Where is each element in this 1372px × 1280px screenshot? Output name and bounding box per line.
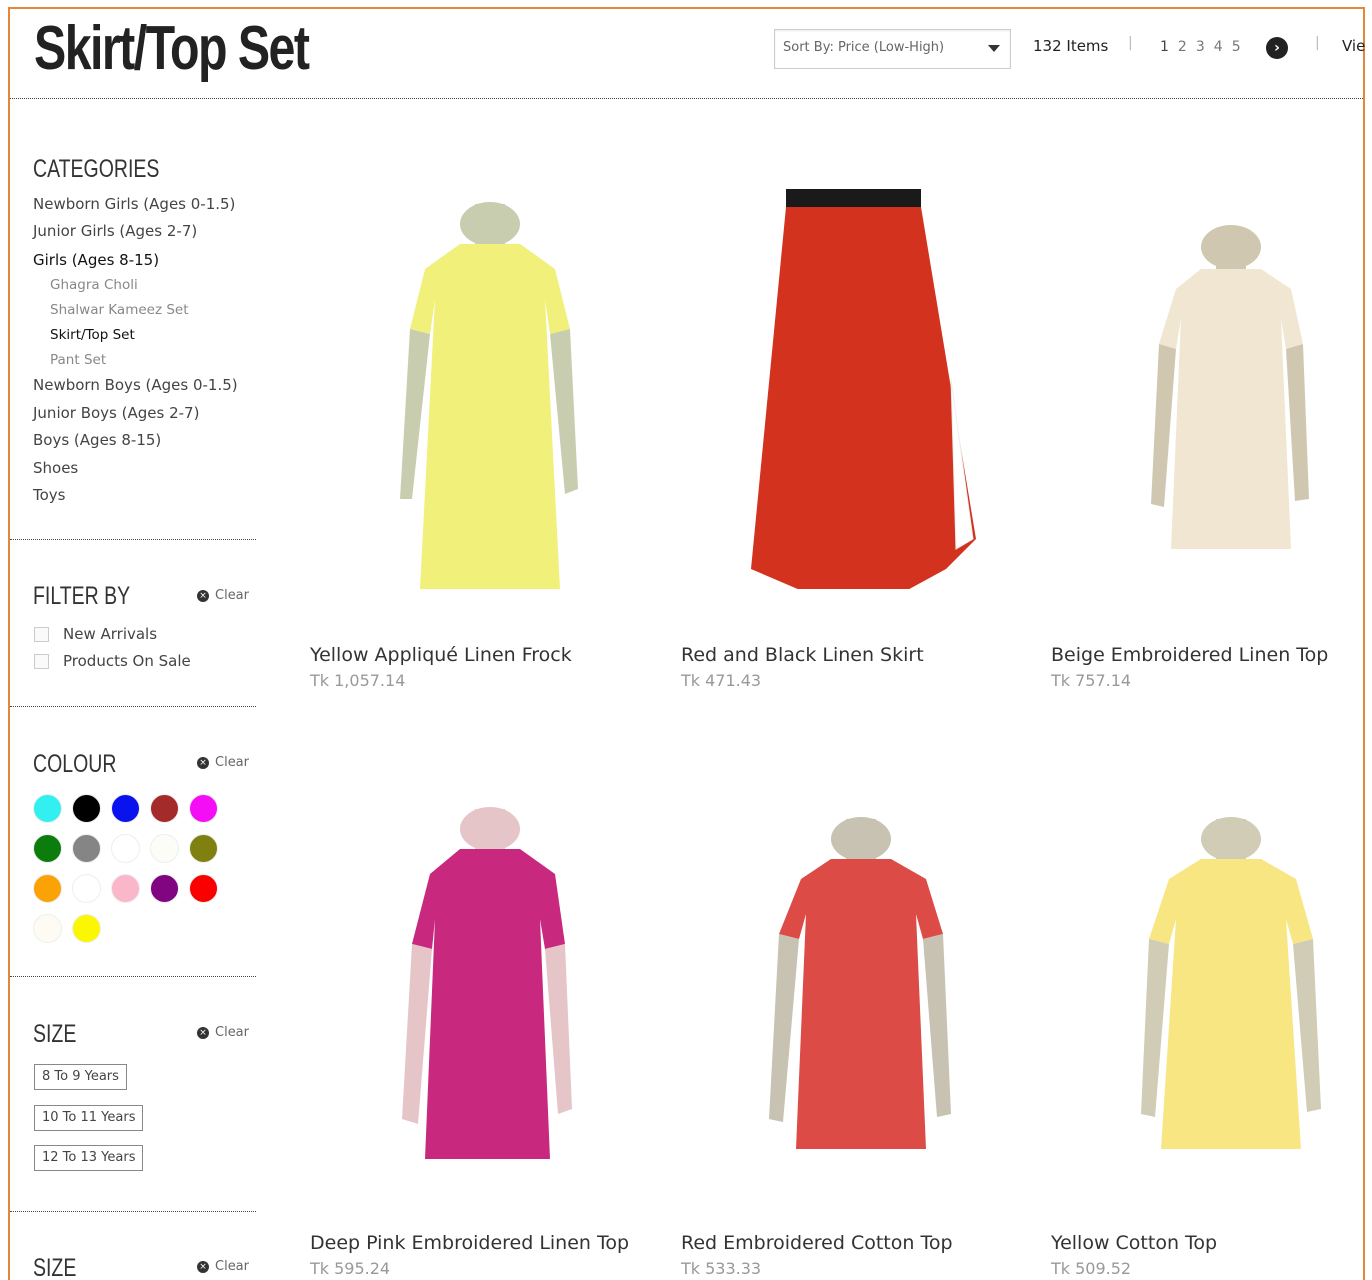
separator: | [1128,35,1133,51]
subcategory-shalwar-kameez[interactable]: Shalwar Kameez Set [50,302,189,318]
colour-swatch[interactable] [111,834,140,863]
size2-clear-label: Clear [215,1259,249,1274]
chevron-down-icon [988,45,1000,52]
colour-swatch[interactable] [189,794,218,823]
product-name[interactable]: Yellow Cotton Top [1051,1232,1217,1254]
size-option[interactable]: 10 To 11 Years [34,1105,144,1131]
subcategory-pant-set[interactable]: Pant Set [50,352,106,368]
category-newborn-girls[interactable]: Newborn Girls (Ages 0-1.5) [33,195,235,213]
category-boys[interactable]: Boys (Ages 8-15) [33,431,161,449]
page-frame: Skirt/Top Set Sort By: Price (Low-High) … [8,7,1365,1280]
product-price: Tk 1,057.14 [310,671,406,690]
colour-swatch[interactable] [150,834,179,863]
colour-swatch[interactable] [33,794,62,823]
size-option[interactable]: 12 To 13 Years [34,1145,144,1171]
size-option[interactable]: 8 To 9 Years [34,1064,127,1090]
product-image[interactable] [711,729,991,1189]
product-price: Tk 509.52 [1051,1259,1132,1278]
separator: | [1315,35,1320,51]
product-name[interactable]: Yellow Appliqué Linen Frock [310,644,572,666]
colour-swatch[interactable] [33,834,62,863]
size-clear-label: Clear [215,1025,249,1040]
category-toys[interactable]: Toys [33,486,65,504]
sort-dropdown[interactable]: Sort By: Price (Low-High) [774,29,1011,69]
product-image[interactable] [340,729,620,1189]
size-heading: SIZE [33,1020,77,1048]
on-sale-label[interactable]: Products On Sale [63,652,191,670]
subcategory-skirt-top-set[interactable]: Skirt/Top Set [50,327,135,343]
items-count: 132 Items [1033,37,1109,55]
new-arrivals-label[interactable]: New Arrivals [63,625,157,643]
product-name[interactable]: Red Embroidered Cotton Top [681,1232,953,1254]
page-title: Skirt/Top Set [34,14,310,83]
colour-swatch[interactable] [150,794,179,823]
colour-heading: COLOUR [33,750,117,778]
sort-label: Sort By: Price (Low-High) [783,40,945,55]
page-link-2[interactable]: 2 [1178,39,1187,55]
colour-swatch[interactable] [33,914,62,943]
next-page-icon[interactable]: › [1266,37,1288,59]
new-arrivals-checkbox[interactable] [34,627,49,642]
product-price: Tk 595.24 [310,1259,391,1278]
colour-swatch[interactable] [72,914,101,943]
page-link-5[interactable]: 5 [1232,39,1241,55]
size-clear-button[interactable]: × Clear [197,1025,249,1040]
filter-clear-label: Clear [215,588,249,603]
colour-swatch[interactable] [33,874,62,903]
close-icon: × [197,1026,209,1039]
colour-swatch[interactable] [72,794,101,823]
product-name[interactable]: Deep Pink Embroidered Linen Top [310,1232,629,1254]
product-name[interactable]: Red and Black Linen Skirt [681,644,924,666]
product-image[interactable] [711,129,991,589]
page-link-4[interactable]: 4 [1214,39,1223,55]
close-icon: × [197,589,209,602]
category-shoes[interactable]: Shoes [33,459,78,477]
product-image[interactable] [1081,729,1361,1189]
size2-clear-button[interactable]: × Clear [197,1259,249,1274]
categories-heading: CATEGORIES [33,155,160,183]
page-link-3[interactable]: 3 [1196,39,1205,55]
subcategory-ghagra-choli[interactable]: Ghagra Choli [50,277,138,293]
colour-swatch[interactable] [189,874,218,903]
close-icon: × [197,756,209,769]
size-heading-2: SIZE [33,1254,77,1280]
colour-swatch[interactable] [72,874,101,903]
colour-swatch[interactable] [111,794,140,823]
category-junior-girls[interactable]: Junior Girls (Ages 2-7) [33,222,197,240]
colour-swatch[interactable] [72,834,101,863]
colour-swatch[interactable] [189,834,218,863]
header-divider [10,98,1363,99]
pagination: 1 2 3 4 5 [1160,39,1241,55]
category-junior-boys[interactable]: Junior Boys (Ages 2-7) [33,404,199,422]
colour-swatch[interactable] [150,874,179,903]
product-image[interactable] [340,129,620,589]
category-newborn-boys[interactable]: Newborn Boys (Ages 0-1.5) [33,376,238,394]
filter-by-heading: FILTER BY [33,582,131,610]
colour-swatch[interactable] [111,874,140,903]
sidebar-divider [10,539,256,540]
close-icon: × [197,1260,209,1273]
sidebar-divider [10,1211,256,1212]
sidebar-divider [10,706,256,707]
page-link-1[interactable]: 1 [1160,39,1169,55]
product-image[interactable] [1081,129,1361,589]
product-price: Tk 471.43 [681,671,762,690]
on-sale-checkbox[interactable] [34,654,49,669]
filter-clear-button[interactable]: × Clear [197,588,249,603]
category-girls[interactable]: Girls (Ages 8-15) [33,251,159,269]
view-link[interactable]: Vie [1342,37,1365,55]
product-price: Tk 533.33 [681,1259,762,1278]
product-name[interactable]: Beige Embroidered Linen Top [1051,644,1328,666]
colour-clear-label: Clear [215,755,249,770]
product-price: Tk 757.14 [1051,671,1132,690]
sidebar-divider [10,976,256,977]
colour-clear-button[interactable]: × Clear [197,755,249,770]
